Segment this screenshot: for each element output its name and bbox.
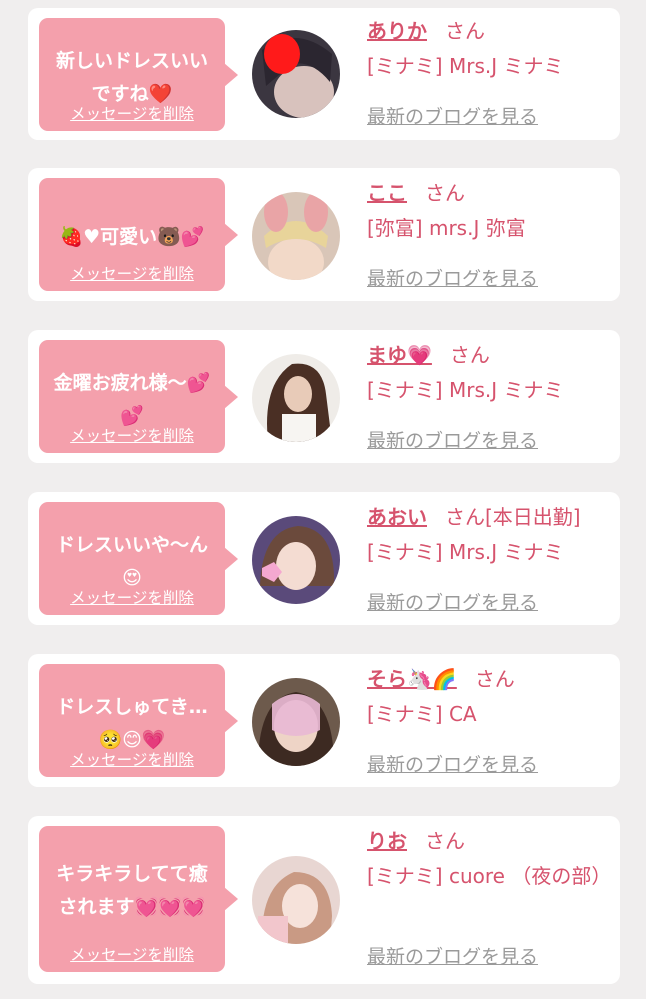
- profile-name-link[interactable]: まゆ💗: [367, 343, 432, 367]
- avatar[interactable]: [252, 354, 340, 442]
- message-bubble: 🍓♥可愛い🐻💕 メッセージを削除: [39, 178, 225, 291]
- message-card: キラキラしてて癒 されます💓💓💓 メッセージを削除 りお さん [ミナミ] cuo…: [28, 816, 620, 984]
- profile-name-link[interactable]: ありか: [367, 19, 427, 43]
- delete-message-link[interactable]: メッセージを削除: [39, 586, 225, 608]
- message-card: ドレスしゅてき… 🥺😊💗 メッセージを削除 そら🦄🌈 さん [ミナミ] CA 最新…: [28, 654, 620, 787]
- delete-message-link[interactable]: メッセージを削除: [39, 102, 225, 124]
- latest-blog-link[interactable]: 最新のブログを見る: [367, 942, 538, 969]
- shop-name: [ミナミ] cuore （夜の部）: [367, 864, 612, 888]
- latest-blog-link[interactable]: 最新のブログを見る: [367, 588, 538, 615]
- profile-name-link[interactable]: ここ: [367, 181, 407, 205]
- shop-name: [ミナミ] Mrs.J ミナミ: [367, 54, 564, 78]
- latest-blog-link[interactable]: 最新のブログを見る: [367, 102, 538, 129]
- message-card: 🍓♥可愛い🐻💕 メッセージを削除 ここ さん [弥富] mrs.J 弥富 最新のブ…: [28, 168, 620, 301]
- profile-info: あおい さん[本日出勤] [ミナミ] Mrs.J ミナミ: [367, 502, 612, 568]
- message-bubble: 金曜お疲れ様〜💕 💕 メッセージを削除: [39, 340, 225, 453]
- shop-name: [ミナミ] Mrs.J ミナミ: [367, 378, 564, 402]
- honorific: さん: [474, 667, 515, 691]
- profile-info: まゆ💗 さん [ミナミ] Mrs.J ミナミ: [367, 340, 612, 406]
- avatar[interactable]: [252, 192, 340, 280]
- avatar[interactable]: [252, 516, 340, 604]
- message-card: 金曜お疲れ様〜💕 💕 メッセージを削除 まゆ💗 さん [ミナミ] Mrs.J ミナ…: [28, 330, 620, 463]
- latest-blog-link[interactable]: 最新のブログを見る: [367, 750, 538, 777]
- avatar[interactable]: [252, 30, 340, 118]
- profile-info: ここ さん [弥富] mrs.J 弥富: [367, 178, 612, 244]
- profile-info: ありか さん [ミナミ] Mrs.J ミナミ: [367, 16, 612, 82]
- honorific: さん: [445, 19, 485, 43]
- message-bubble: ドレスいいや〜ん 😍 メッセージを削除: [39, 502, 225, 615]
- profile-info: そら🦄🌈 さん [ミナミ] CA: [367, 664, 612, 730]
- profile-name-link[interactable]: あおい: [367, 505, 427, 529]
- delete-message-link[interactable]: メッセージを削除: [39, 424, 225, 446]
- honorific: さん[本日出勤]: [445, 505, 581, 529]
- honorific: さん: [425, 829, 465, 853]
- latest-blog-link[interactable]: 最新のブログを見る: [367, 264, 538, 291]
- profile-name-link[interactable]: りお: [367, 829, 407, 853]
- message-bubble: キラキラしてて癒 されます💓💓💓 メッセージを削除: [39, 826, 225, 972]
- shop-name: [ミナミ] CA: [367, 702, 477, 726]
- profile-info: りお さん [ミナミ] cuore （夜の部）: [367, 826, 612, 892]
- shop-name: [ミナミ] Mrs.J ミナミ: [367, 540, 564, 564]
- latest-blog-link[interactable]: 最新のブログを見る: [367, 426, 538, 453]
- profile-name-link[interactable]: そら🦄🌈: [367, 667, 457, 691]
- delete-message-link[interactable]: メッセージを削除: [39, 943, 225, 965]
- avatar[interactable]: [252, 678, 340, 766]
- honorific: さん: [425, 181, 465, 205]
- avatar[interactable]: [252, 856, 340, 944]
- delete-message-link[interactable]: メッセージを削除: [39, 748, 225, 770]
- honorific: さん: [449, 343, 490, 367]
- delete-message-link[interactable]: メッセージを削除: [39, 262, 225, 284]
- message-bubble: ドレスしゅてき… 🥺😊💗 メッセージを削除: [39, 664, 225, 777]
- message-card: 新しいドレスいい ですね❤️ メッセージを削除 ありか さん [ミナミ] Mrs.…: [28, 8, 620, 140]
- shop-name: [弥富] mrs.J 弥富: [367, 216, 526, 240]
- message-card: ドレスいいや〜ん 😍 メッセージを削除 あおい さん[本日出勤] [ミナミ] Mr…: [28, 492, 620, 625]
- message-bubble: 新しいドレスいい ですね❤️ メッセージを削除: [39, 18, 225, 131]
